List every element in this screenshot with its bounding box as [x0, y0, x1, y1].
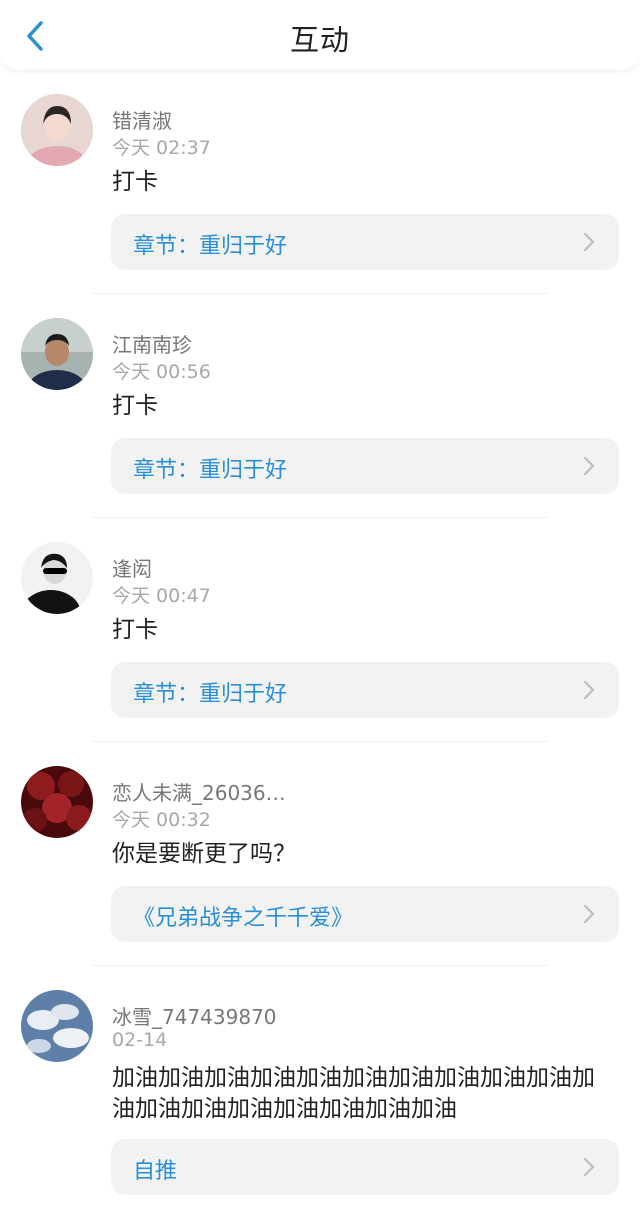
chapter-link[interactable]: 章节：重归于好	[111, 214, 619, 270]
book-link[interactable]: 《兄弟战争之千千爱》	[111, 886, 619, 942]
chapter-link-label: 章节：重归于好	[133, 234, 288, 259]
page-title: 互动	[289, 23, 350, 57]
comment-text: 加油加油加油加油加油加油加油加油加油加油加油加油加油加油加油加油加油加油	[112, 1065, 595, 1122]
list-item: 冰雪_747439870 02-14 加油加油加油加油加油加油加油加油加油加油加…	[0, 966, 640, 1216]
user-name[interactable]: 江南南珍	[112, 329, 192, 358]
list-item: 逢闳 今天 00:47 打卡 章节：重归于好	[0, 518, 640, 742]
list-item: 江南南珍 今天 00:56 打卡 章节：重归于好	[0, 294, 640, 518]
chapter-link[interactable]: 章节：重归于好	[111, 662, 619, 718]
self-recommend-label: 自推	[133, 1159, 178, 1184]
chapter-link-label: 章节：重归于好	[133, 682, 288, 707]
timestamp: 今天 00:32	[112, 809, 211, 831]
interaction-feed: 错清淑 今天 02:37 打卡 章节：重归于好 江南南珍 今天 00:56 打卡…	[0, 70, 640, 1216]
chapter-link[interactable]: 章节：重归于好	[111, 438, 619, 494]
user-name[interactable]: 错清淑	[112, 105, 172, 134]
avatar[interactable]	[21, 542, 93, 614]
top-bar: 互动	[0, 0, 640, 70]
comment-text: 打卡	[112, 617, 158, 643]
timestamp: 02-14	[112, 1029, 168, 1051]
user-name[interactable]: 冰雪_747439870	[112, 1001, 277, 1030]
book-link-label: 《兄弟战争之千千爱》	[133, 906, 354, 931]
timestamp: 今天 00:56	[112, 361, 211, 383]
avatar[interactable]	[21, 990, 93, 1062]
timestamp: 今天 00:47	[112, 585, 211, 607]
user-name[interactable]: 逢闳	[112, 553, 152, 582]
avatar[interactable]	[21, 94, 93, 166]
user-name[interactable]: 恋人未满_26036…	[112, 777, 286, 806]
chapter-link-label: 章节：重归于好	[133, 458, 288, 483]
list-item: 错清淑 今天 02:37 打卡 章节：重归于好	[0, 70, 640, 294]
chevron-right-icon	[583, 1157, 595, 1177]
avatar[interactable]	[21, 318, 93, 390]
comment-text: 打卡	[112, 393, 158, 419]
chevron-right-icon	[583, 904, 595, 924]
chevron-right-icon	[583, 680, 595, 700]
chevron-right-icon	[583, 456, 595, 476]
chevron-right-icon	[583, 232, 595, 252]
comment-text: 打卡	[112, 169, 158, 195]
avatar[interactable]	[21, 766, 93, 838]
timestamp: 今天 02:37	[112, 137, 211, 159]
list-item: 恋人未满_26036… 今天 00:32 你是要断更了吗？ 《兄弟战争之千千爱》	[0, 742, 640, 966]
comment-text: 你是要断更了吗？	[112, 841, 296, 867]
self-recommend-link[interactable]: 自推	[111, 1139, 619, 1195]
